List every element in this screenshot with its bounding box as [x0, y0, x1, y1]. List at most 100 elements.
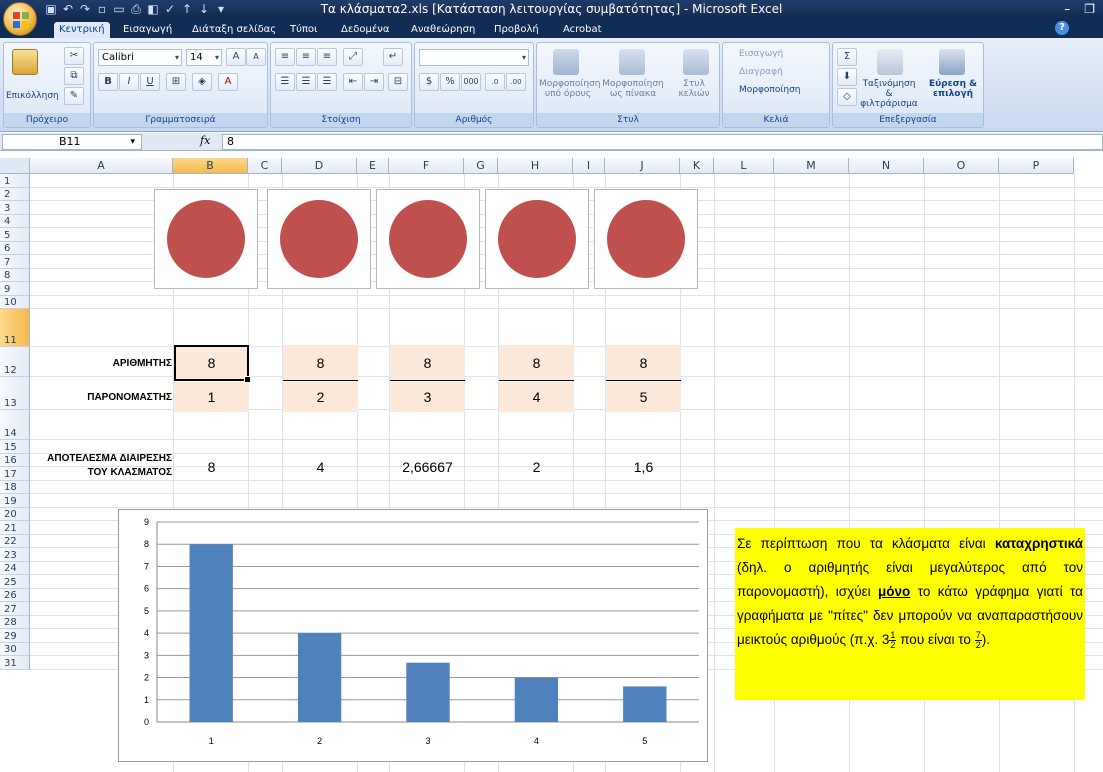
row-header-23[interactable]: 23: [0, 548, 30, 562]
row-header-3[interactable]: 3: [0, 201, 30, 215]
increase-decimal-icon[interactable]: .0: [485, 73, 505, 91]
row-header-11[interactable]: 11: [0, 309, 30, 347]
result-cell-3[interactable]: 2,66667: [380, 452, 475, 482]
row-header-12[interactable]: 12: [0, 347, 30, 377]
row-header-21[interactable]: 21: [0, 521, 30, 535]
row-header-13[interactable]: 13: [0, 377, 30, 410]
align-center-icon[interactable]: ☰: [296, 73, 316, 91]
row-header-15[interactable]: 15: [0, 440, 30, 454]
merge-center-icon[interactable]: ⊟: [388, 73, 408, 91]
increase-indent-icon[interactable]: ⇥: [364, 73, 384, 91]
row-header-2[interactable]: 2: [0, 187, 30, 201]
align-middle-icon[interactable]: ≡: [296, 48, 316, 66]
percent-icon[interactable]: %: [440, 73, 460, 91]
row-header-31[interactable]: 31: [0, 656, 30, 670]
wrap-text-icon[interactable]: ↵: [383, 48, 403, 66]
delete-cells-button[interactable]: Διαγραφή: [739, 67, 783, 77]
row-header-5[interactable]: 5: [0, 228, 30, 242]
row-header-18[interactable]: 18: [0, 480, 30, 494]
row-header-1[interactable]: 1: [0, 174, 30, 188]
cut-icon[interactable]: ✂: [64, 47, 84, 65]
numerator-cell-2[interactable]: 8: [283, 345, 358, 381]
format-as-table-button[interactable]: Μορφοποίηση ως πίνακα: [601, 79, 665, 99]
column-header-J[interactable]: J: [605, 158, 680, 174]
column-header-P[interactable]: P: [999, 158, 1074, 174]
row-header-6[interactable]: 6: [0, 241, 30, 255]
row-header-10[interactable]: 10: [0, 295, 30, 309]
bar-chart[interactable]: 0 1 2 3 4 5 6 7 8 9 1 2 3 4 5: [118, 509, 708, 762]
numerator-cell-1[interactable]: 8: [174, 345, 251, 383]
minimize-icon[interactable]: –: [1064, 2, 1070, 16]
italic-button[interactable]: I: [119, 73, 139, 91]
row-header-25[interactable]: 25: [0, 575, 30, 589]
help-icon[interactable]: ?: [1055, 21, 1069, 35]
tab-acrobat[interactable]: Acrobat: [558, 22, 607, 38]
denominator-cell-2[interactable]: 2: [283, 382, 358, 412]
result-cell-5[interactable]: 1,6: [606, 452, 681, 482]
tab-formulas[interactable]: Τύποι: [285, 22, 322, 38]
format-painter-icon[interactable]: ✎: [64, 87, 84, 105]
pie-chart-3[interactable]: [376, 189, 480, 289]
tab-home[interactable]: Κεντρική: [54, 22, 110, 38]
column-header-C[interactable]: C: [248, 158, 282, 174]
select-all-corner[interactable]: [0, 158, 30, 174]
sort-filter-button[interactable]: Ταξινόμηση & φιλτράρισμα: [859, 79, 919, 109]
cell-styles-button[interactable]: Στυλ κελιών: [669, 79, 719, 99]
row-header-29[interactable]: 29: [0, 629, 30, 643]
accounting-format-icon[interactable]: $: [419, 73, 439, 91]
denominator-cell-5[interactable]: 5: [606, 382, 681, 412]
row-header-8[interactable]: 8: [0, 268, 30, 282]
tab-data[interactable]: Δεδομένα: [336, 22, 394, 38]
pie-chart-2[interactable]: [267, 189, 371, 289]
note-box[interactable]: Σε περίπτωση που τα κλάσματα είναι καταχ…: [735, 528, 1085, 700]
tab-insert[interactable]: Εισαγωγή: [118, 22, 177, 38]
format-as-table-icon[interactable]: [619, 49, 645, 75]
copy-icon[interactable]: ⧉: [64, 67, 84, 85]
grow-font-icon[interactable]: A: [226, 48, 246, 66]
tab-review[interactable]: Αναθεώρηση: [406, 22, 480, 38]
numerator-cell-3[interactable]: 8: [390, 345, 465, 381]
numerator-cell-5[interactable]: 8: [606, 345, 681, 381]
insert-cells-button[interactable]: Εισαγωγή: [739, 49, 783, 59]
insert-function-icon[interactable]: fx: [200, 134, 210, 147]
row-header-17[interactable]: 17: [0, 467, 30, 481]
align-bottom-icon[interactable]: ≡: [317, 48, 337, 66]
shrink-font-icon[interactable]: A: [246, 48, 266, 66]
numerator-cell-4[interactable]: 8: [499, 345, 574, 381]
row-header-26[interactable]: 26: [0, 588, 30, 602]
office-button[interactable]: [3, 2, 37, 36]
number-format-select[interactable]: ▾: [419, 49, 529, 66]
clear-icon[interactable]: ◇: [837, 88, 857, 106]
pie-chart-4[interactable]: [485, 189, 589, 289]
orientation-icon[interactable]: ⤢: [343, 48, 363, 66]
find-select-icon[interactable]: [939, 49, 965, 75]
row-header-4[interactable]: 4: [0, 214, 30, 228]
column-header-H[interactable]: H: [498, 158, 573, 174]
paste-icon[interactable]: [12, 49, 38, 75]
row-header-27[interactable]: 27: [0, 602, 30, 616]
tab-view[interactable]: Προβολή: [489, 22, 544, 38]
underline-button[interactable]: U: [140, 73, 160, 91]
font-name-select[interactable]: Calibri ▾: [98, 49, 182, 66]
column-header-G[interactable]: G: [464, 158, 498, 174]
tab-page-layout[interactable]: Διάταξη σελίδας: [187, 22, 281, 38]
row-header-19[interactable]: 19: [0, 494, 30, 508]
column-header-E[interactable]: E: [357, 158, 389, 174]
comma-style-icon[interactable]: 000: [461, 73, 481, 91]
denominator-cell-3[interactable]: 3: [390, 382, 465, 412]
pie-chart-5[interactable]: [594, 189, 698, 289]
format-cells-button[interactable]: Μορφοποίηση: [739, 85, 801, 95]
column-header-A[interactable]: A: [30, 158, 173, 174]
align-left-icon[interactable]: ☰: [275, 73, 295, 91]
column-header-F[interactable]: F: [389, 158, 464, 174]
row-header-30[interactable]: 30: [0, 642, 30, 656]
column-header-L[interactable]: L: [714, 158, 774, 174]
paste-button[interactable]: Επικόλληση: [6, 91, 59, 101]
conditional-formatting-button[interactable]: Μορφοποίηση υπό όρους: [539, 79, 601, 99]
pie-chart-1[interactable]: [154, 189, 258, 289]
sort-filter-icon[interactable]: [877, 49, 903, 75]
autosum-icon[interactable]: Σ: [837, 48, 857, 66]
column-header-B[interactable]: B: [173, 158, 248, 174]
decrease-decimal-icon[interactable]: .00: [506, 73, 526, 91]
column-header-N[interactable]: N: [849, 158, 924, 174]
